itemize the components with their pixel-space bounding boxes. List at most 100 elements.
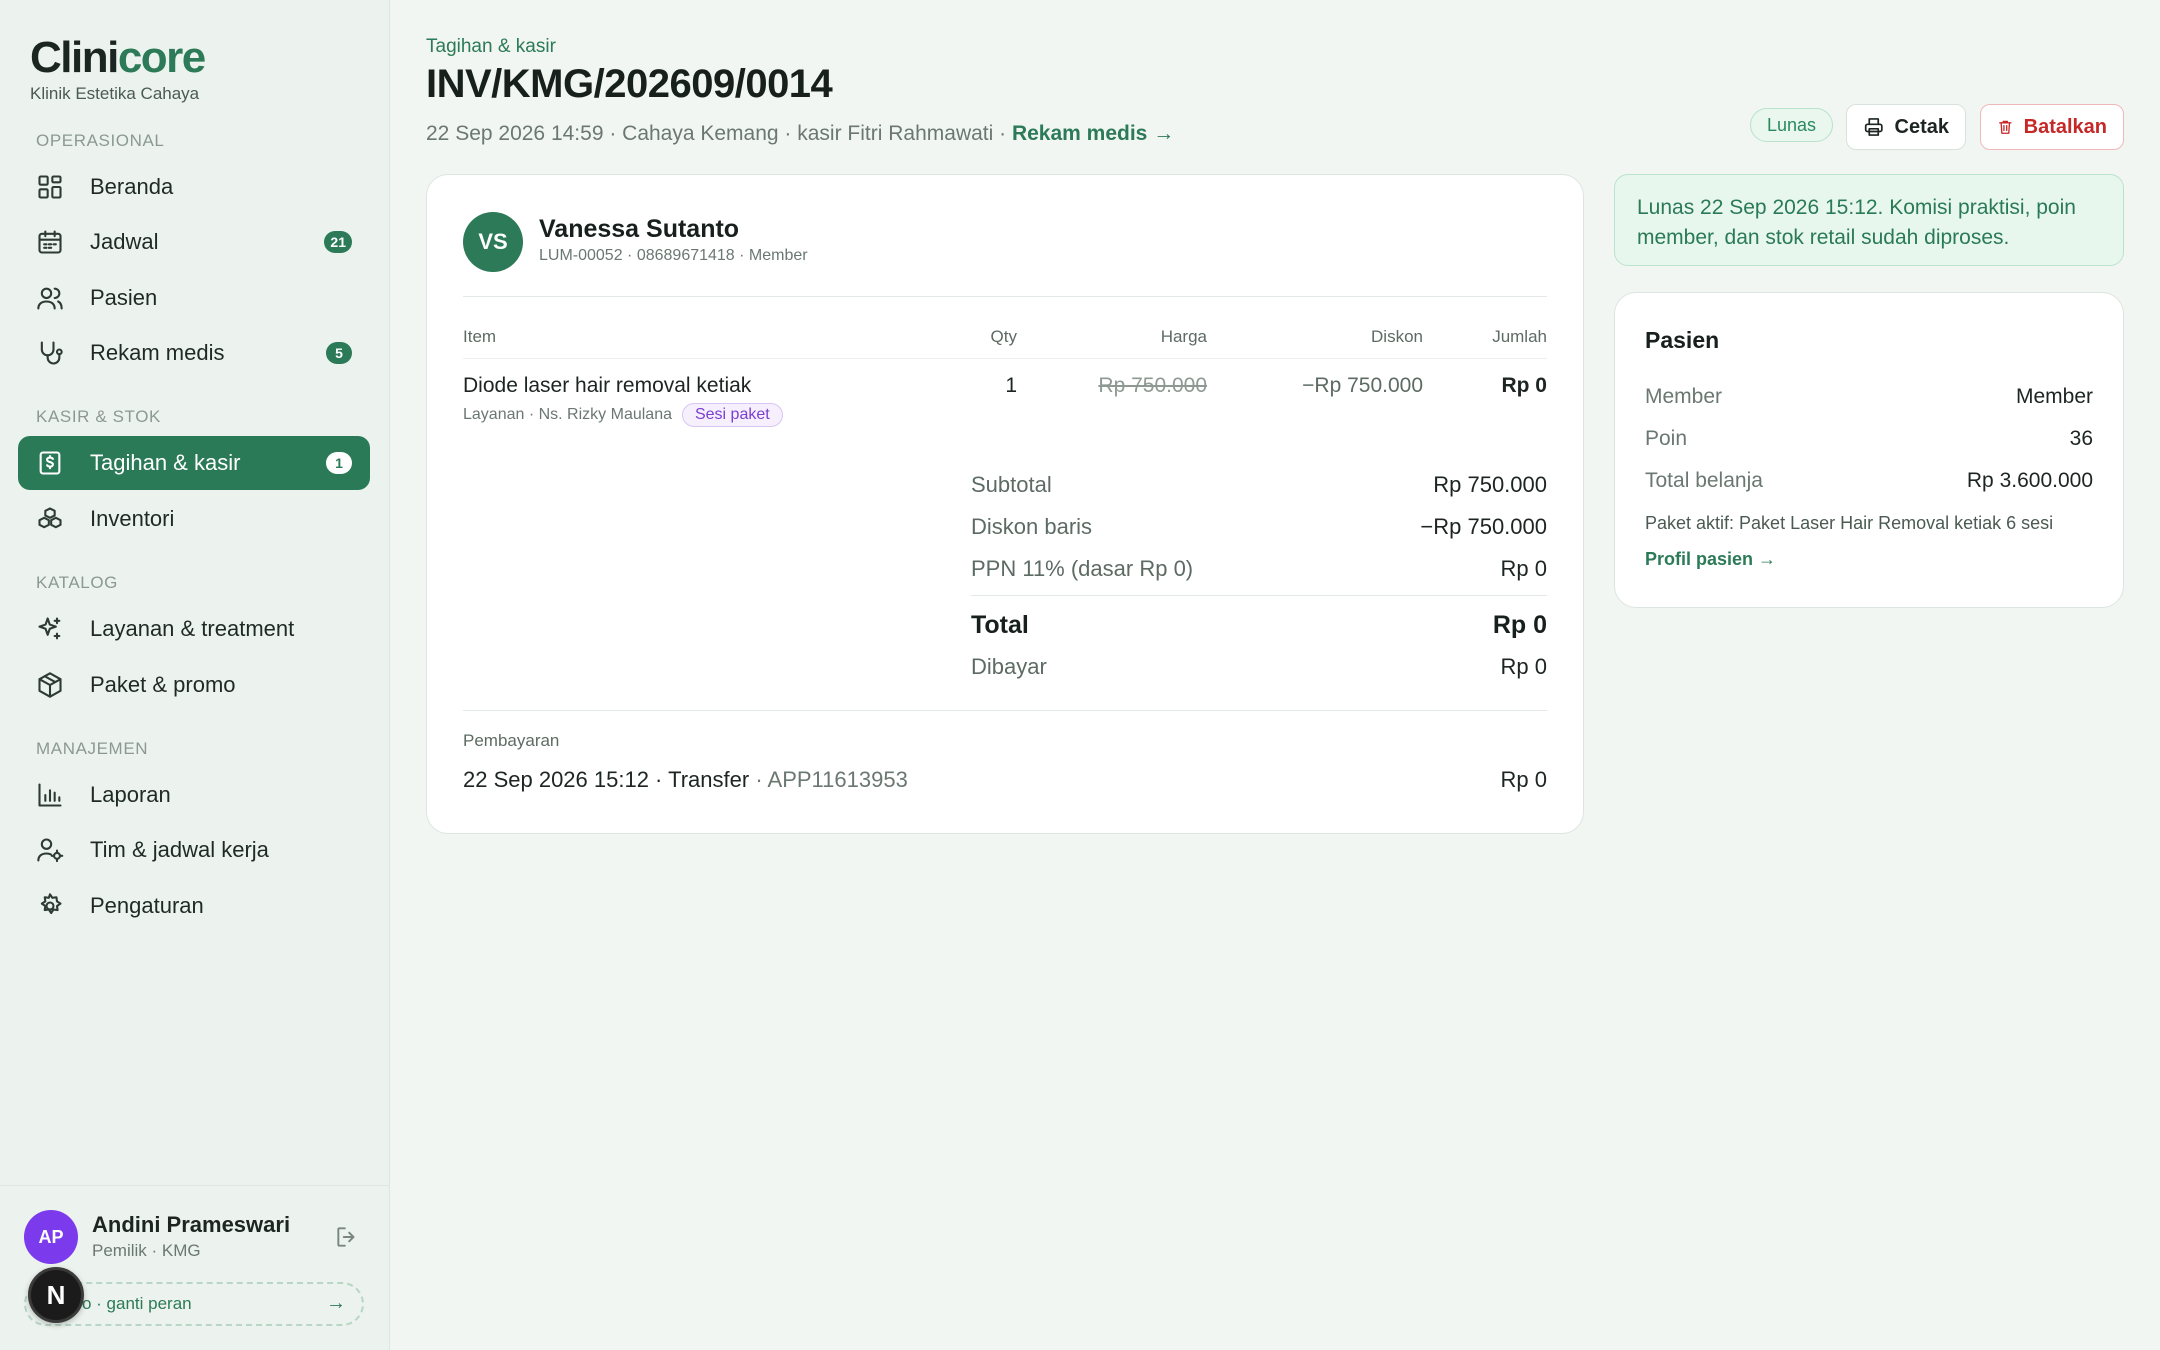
page-title: INV/KMG/202609/0014 bbox=[426, 62, 833, 106]
brand-logo[interactable]: Clinicore Klinik Estetika Cahaya bbox=[30, 33, 206, 104]
sidebar-item-inventori[interactable]: Inventori bbox=[18, 492, 370, 546]
column-header-price: Harga bbox=[1160, 327, 1207, 346]
package-icon bbox=[36, 671, 64, 699]
section-label-manajemen: MANAJEMEN bbox=[36, 739, 149, 758]
invoice-meta-text: 22 Sep 2026 14:59 · Cahaya Kemang · kasi… bbox=[426, 122, 1012, 145]
item-sub: Layanan · Ns. Rizky Maulana Sesi paket bbox=[463, 403, 783, 427]
sidebar-item-pasien[interactable]: Pasien bbox=[18, 271, 370, 325]
payment-row: 22 Sep 2026 15:12 · Transfer · APP116139… bbox=[463, 767, 908, 793]
arrow-right-icon: → bbox=[326, 1292, 346, 1314]
user-cog-icon bbox=[36, 836, 64, 864]
divider bbox=[463, 296, 1547, 297]
patient-summary-card: Pasien Member Member Poin 36 Total belan… bbox=[1614, 292, 2124, 608]
clinic-name: Klinik Estetika Cahaya bbox=[30, 84, 200, 103]
sidebar-item-label: Laporan bbox=[90, 782, 171, 807]
divider bbox=[463, 358, 1547, 359]
total-label: Total bbox=[971, 611, 1029, 639]
invoice-card: VS Vanessa Sutanto LUM-00052 · 086896714… bbox=[426, 174, 1584, 834]
payment-amount: Rp 0 bbox=[1500, 767, 1547, 792]
receipt-dollar-icon bbox=[36, 449, 64, 477]
points-label: Poin bbox=[1645, 427, 1688, 450]
print-button[interactable]: Cetak bbox=[1846, 104, 1966, 150]
sidebar-item-beranda[interactable]: Beranda bbox=[18, 160, 370, 214]
tax-value: Rp 0 bbox=[1500, 556, 1547, 581]
column-header-discount: Diskon bbox=[1371, 327, 1423, 346]
section-label-operasional: OPERASIONAL bbox=[36, 131, 165, 150]
total-spend-value: Rp 3.600.000 bbox=[1966, 469, 2093, 492]
patient-avatar: VS bbox=[463, 212, 523, 272]
patient-card-title: Pasien bbox=[1645, 327, 1720, 353]
stethoscope-icon bbox=[36, 339, 64, 367]
user-role: Pemilik · KMG bbox=[92, 1241, 201, 1260]
line-discount-label: Diskon baris bbox=[971, 514, 1093, 539]
sidebar-item-layanan[interactable]: Layanan & treatment bbox=[18, 602, 370, 656]
sidebar-item-laporan[interactable]: Laporan bbox=[18, 768, 370, 822]
sidebar-item-label: Rekam medis bbox=[90, 340, 225, 365]
breadcrumb[interactable]: Tagihan & kasir bbox=[426, 36, 556, 58]
logout-icon[interactable] bbox=[334, 1224, 360, 1250]
subtotal-value: Rp 750.000 bbox=[1433, 472, 1547, 497]
item-price: Rp 750.000 bbox=[1098, 374, 1207, 397]
switch-role-label: o · ganti peran bbox=[82, 1294, 192, 1313]
count-badge: 21 bbox=[324, 231, 352, 253]
sidebar-item-paket[interactable]: Paket & promo bbox=[18, 658, 370, 712]
package-session-chip: Sesi paket bbox=[681, 403, 783, 427]
payment-info: 22 Sep 2026 15:12 · Transfer bbox=[463, 767, 750, 792]
sidebar: Clinicore Klinik Estetika Cahaya OPERASI… bbox=[0, 0, 390, 1350]
patient-profile-link[interactable]: Profil pasien → bbox=[1645, 549, 1776, 570]
divider bbox=[971, 595, 1547, 596]
total-value: Rp 0 bbox=[1492, 611, 1547, 639]
sidebar-item-jadwal[interactable]: Jadwal 21 bbox=[18, 215, 370, 269]
medical-record-link[interactable]: Rekam medis → bbox=[1012, 122, 1174, 145]
gear-icon bbox=[36, 892, 64, 920]
sidebar-item-label: Pasien bbox=[90, 285, 158, 310]
dashboard-grid-icon bbox=[36, 173, 64, 201]
sidebar-item-label: Layanan & treatment bbox=[90, 616, 295, 641]
user-name: Andini Prameswari bbox=[92, 1212, 291, 1237]
sidebar-item-tim[interactable]: Tim & jadwal kerja bbox=[18, 823, 370, 877]
item-discount: −Rp 750.000 bbox=[1302, 374, 1423, 397]
paid-label: Dibayar bbox=[971, 654, 1047, 679]
sidebar-item-label: Jadwal bbox=[90, 229, 159, 254]
item-provider: Layanan · Ns. Rizky Maulana bbox=[463, 406, 672, 423]
print-label: Cetak bbox=[1894, 115, 1949, 138]
member-value: Member bbox=[2015, 385, 2093, 408]
column-header-amount: Jumlah bbox=[1492, 327, 1547, 346]
count-badge: 5 bbox=[326, 342, 352, 364]
brand-name-part1: Clini bbox=[30, 33, 119, 82]
invoice-meta: 22 Sep 2026 14:59 · Cahaya Kemang · kasi… bbox=[426, 122, 1174, 146]
sidebar-item-pengaturan[interactable]: Pengaturan bbox=[18, 879, 370, 933]
column-header-item: Item bbox=[463, 327, 497, 346]
sidebar-item-label: Tim & jadwal kerja bbox=[90, 837, 269, 862]
floating-n-button[interactable]: N bbox=[28, 1267, 84, 1323]
trash-icon bbox=[1999, 120, 2012, 134]
sparkles-icon bbox=[36, 615, 64, 643]
sidebar-item-rekam-medis[interactable]: Rekam medis 5 bbox=[18, 326, 370, 380]
sidebar-item-label: Pengaturan bbox=[90, 893, 204, 918]
sidebar-item-label: Paket & promo bbox=[90, 672, 236, 697]
member-label: Member bbox=[1645, 385, 1723, 408]
brand-name-part2: core bbox=[117, 33, 206, 82]
avatar[interactable]: AP bbox=[24, 1210, 78, 1264]
users-icon bbox=[36, 284, 64, 312]
patient-name[interactable]: Vanessa Sutanto bbox=[539, 215, 739, 244]
count-badge: 1 bbox=[326, 452, 352, 474]
cancel-invoice-button[interactable]: Batalkan bbox=[1980, 104, 2124, 150]
bar-chart-icon bbox=[36, 781, 64, 809]
active-package: Paket aktif: Paket Laser Hair Removal ke… bbox=[1645, 513, 2054, 533]
cancel-label: Batalkan bbox=[2023, 115, 2107, 138]
patient-meta: LUM-00052 · 08689671418 · Member bbox=[539, 247, 808, 264]
payment-reference: · APP11613953 bbox=[749, 767, 908, 792]
points-value: 36 bbox=[2069, 427, 2093, 450]
tax-label: PPN 11% (dasar Rp 0) bbox=[971, 556, 1194, 581]
item-qty: 1 bbox=[1005, 374, 1017, 397]
column-header-qty: Qty bbox=[990, 327, 1017, 346]
payment-section-label: Pembayaran bbox=[463, 731, 560, 750]
paid-value: Rp 0 bbox=[1500, 654, 1547, 679]
subtotal-label: Subtotal bbox=[971, 472, 1052, 497]
brand-name: Clinicore bbox=[30, 33, 206, 82]
printer-icon bbox=[1864, 118, 1883, 136]
sidebar-item-label: Tagihan & kasir bbox=[90, 450, 241, 475]
section-label-katalog: KATALOG bbox=[36, 573, 118, 592]
sidebar-item-tagihan-kasir[interactable]: Tagihan & kasir 1 bbox=[18, 436, 370, 490]
